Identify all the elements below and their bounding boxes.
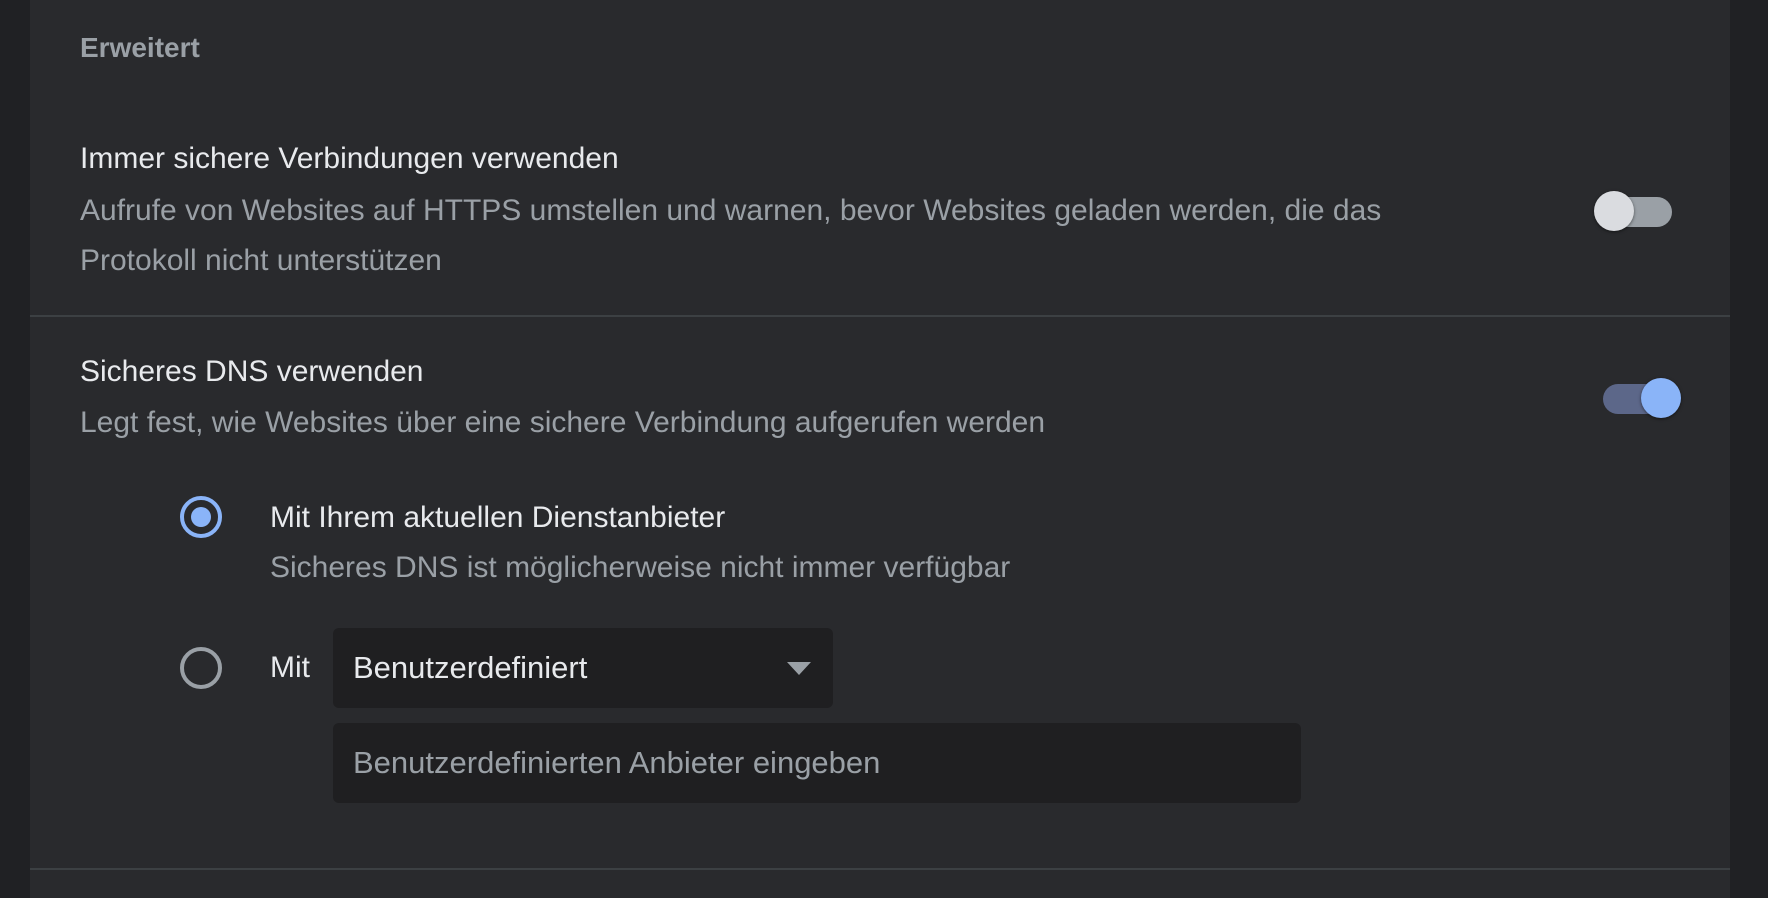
settings-card: Erweitert Immer sichere Verbindungen ver… — [30, 0, 1730, 898]
secure-dns-desc: Legt fest, wie Websites über eine sicher… — [80, 406, 1046, 439]
radio-dot — [191, 507, 211, 527]
divider — [30, 315, 1730, 317]
https-only-desc-line2: Protokoll nicht unterstützen — [80, 244, 442, 277]
radio-current-provider[interactable] — [180, 496, 222, 538]
dns-provider-select-value: Benutzerdefiniert — [353, 650, 588, 685]
radio-current-provider-sub: Sicheres DNS ist möglicherweise nicht im… — [270, 551, 1011, 584]
secure-dns-title: Sicheres DNS verwenden — [80, 355, 424, 388]
https-only-toggle[interactable] — [1594, 190, 1674, 231]
chevron-down-icon — [787, 662, 811, 675]
toggle-knob — [1594, 191, 1634, 231]
https-only-title: Immer sichere Verbindungen verwenden — [80, 142, 619, 175]
section-title: Erweitert — [80, 32, 200, 63]
radio-current-provider-label[interactable]: Mit Ihrem aktuellen Dienstanbieter — [270, 501, 725, 535]
secure-dns-toggle[interactable] — [1601, 377, 1681, 418]
divider — [30, 868, 1730, 870]
https-only-desc-line1: Aufrufe von Websites auf HTTPS umstellen… — [80, 194, 1382, 227]
dns-provider-select[interactable]: Benutzerdefiniert — [333, 628, 833, 708]
radio-custom-provider[interactable] — [180, 647, 222, 689]
radio-custom-provider-label[interactable]: Mit — [270, 651, 310, 685]
custom-provider-input[interactable] — [333, 723, 1301, 803]
toggle-knob — [1641, 378, 1681, 418]
